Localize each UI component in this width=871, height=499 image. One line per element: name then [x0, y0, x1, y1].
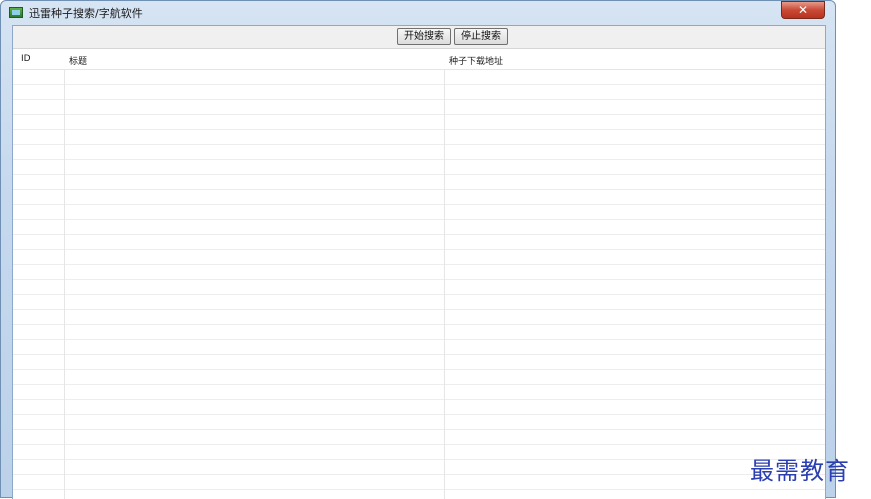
title-bar[interactable]: 迅雷种子搜索/字航软件 ✕: [1, 1, 835, 23]
client-area: 开始搜索 停止搜索 ID 标题 种子下载地址: [12, 25, 826, 499]
watermark-text: 最需教育: [750, 457, 850, 485]
column-header-id[interactable]: ID: [21, 54, 31, 64]
column-header-title[interactable]: 标题: [69, 54, 87, 67]
window-title: 迅雷种子搜索/字航软件: [29, 7, 143, 20]
toolbar: 开始搜索 停止搜索: [13, 26, 825, 46]
list-header: ID 标题 种子下载地址: [13, 49, 825, 70]
close-button[interactable]: ✕: [781, 1, 825, 19]
list-rows-empty: [13, 70, 825, 499]
column-header-url[interactable]: 种子下载地址: [449, 54, 503, 67]
app-window: 迅雷种子搜索/字航软件 ✕ 开始搜索 停止搜索 ID 标题 种子下载地址: [0, 0, 836, 499]
column-divider: [444, 70, 445, 499]
column-divider: [64, 70, 65, 499]
results-list[interactable]: ID 标题 种子下载地址: [13, 48, 825, 499]
app-icon: [9, 7, 23, 18]
start-search-button[interactable]: 开始搜索: [397, 28, 451, 45]
stop-search-button[interactable]: 停止搜索: [454, 28, 508, 45]
